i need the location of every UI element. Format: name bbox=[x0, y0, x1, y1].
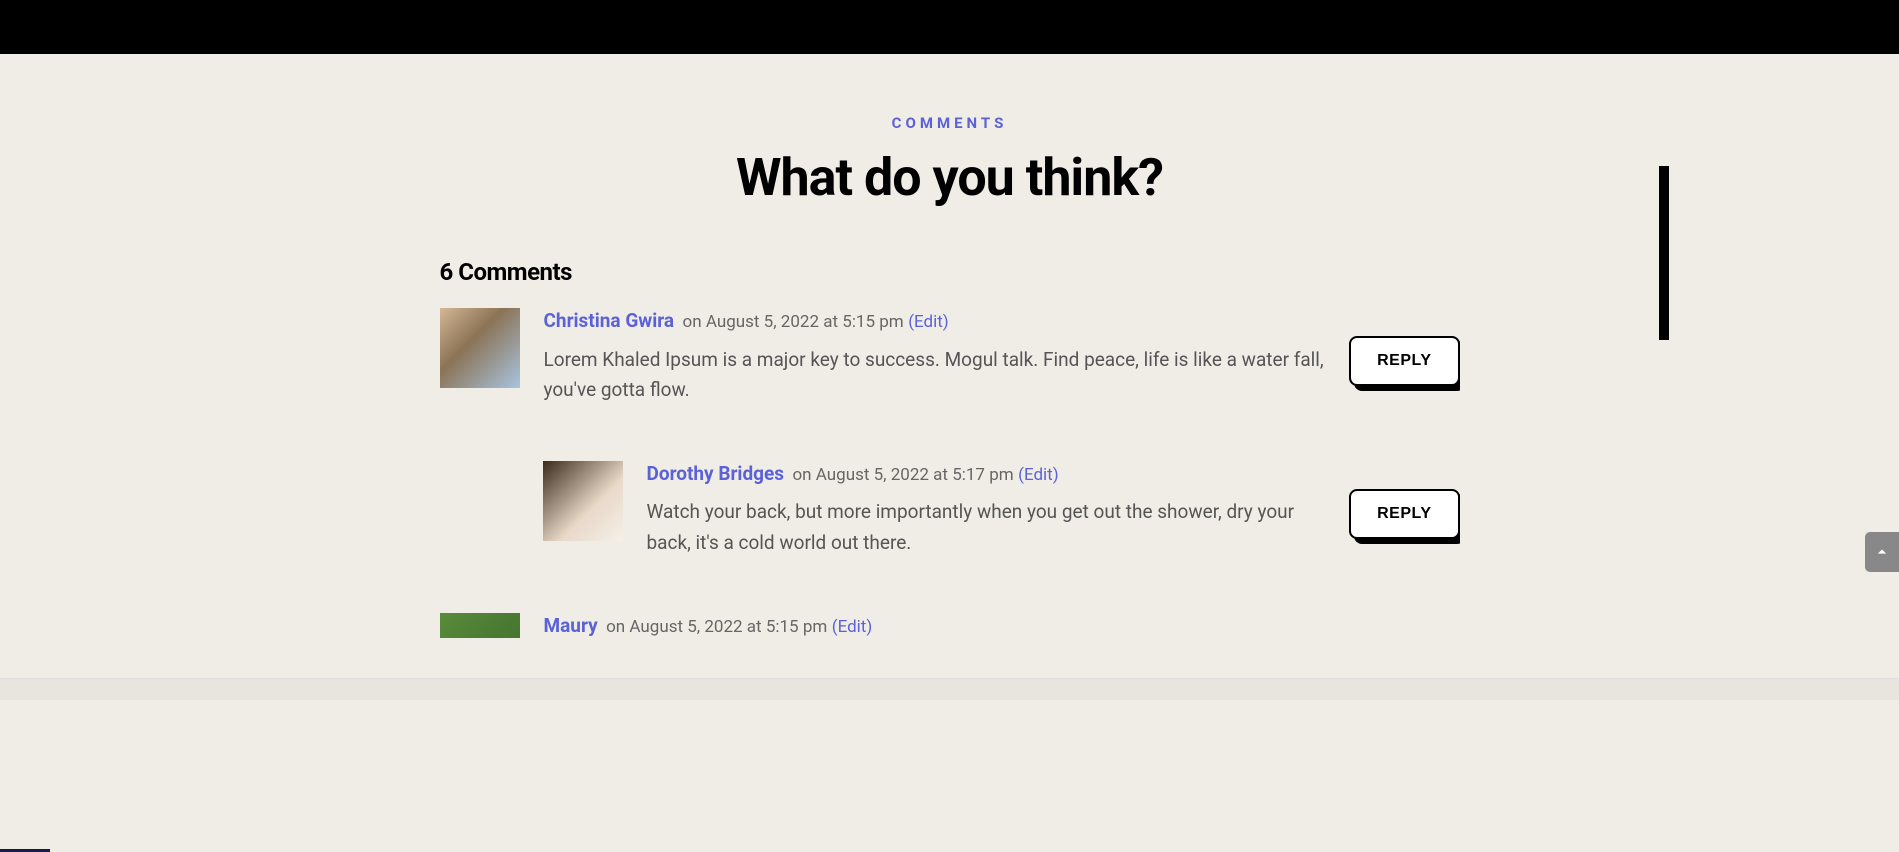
comment-content: Christina Gwira on August 5, 2022 at 5:1… bbox=[544, 308, 1460, 406]
comment-body: Lorem Khaled Ipsum is a major key to suc… bbox=[544, 345, 1460, 406]
comment-item: Christina Gwira on August 5, 2022 at 5:1… bbox=[440, 308, 1460, 406]
comment-body: Watch your back, but more importantly wh… bbox=[647, 497, 1460, 558]
comment-content: Maury on August 5, 2022 at 5:15 pm (Edit… bbox=[544, 613, 1460, 638]
comment-content: Dorothy Bridges on August 5, 2022 at 5:1… bbox=[647, 461, 1460, 559]
comment-header: Dorothy Bridges on August 5, 2022 at 5:1… bbox=[647, 461, 1460, 488]
comment-author-link[interactable]: Christina Gwira bbox=[544, 309, 675, 332]
comment-timestamp: on August 5, 2022 at 5:15 pm bbox=[606, 617, 827, 637]
section-title: What do you think? bbox=[440, 147, 1460, 208]
back-to-top-button[interactable] bbox=[1865, 532, 1899, 572]
section-label: COMMENTS bbox=[440, 114, 1460, 132]
reply-button[interactable]: REPLY bbox=[1349, 336, 1459, 386]
avatar bbox=[440, 308, 520, 388]
comment-edit-link[interactable]: (Edit) bbox=[832, 617, 873, 637]
comment-author-link[interactable]: Maury bbox=[544, 614, 598, 637]
comment-timestamp: on August 5, 2022 at 5:15 pm bbox=[683, 312, 904, 332]
comment-header: Maury on August 5, 2022 at 5:15 pm (Edit… bbox=[544, 613, 1460, 638]
avatar bbox=[543, 461, 623, 541]
chevron-up-icon bbox=[1872, 542, 1892, 562]
comment-edit-link[interactable]: (Edit) bbox=[1018, 465, 1059, 485]
comment-item: Maury on August 5, 2022 at 5:15 pm (Edit… bbox=[440, 613, 1460, 638]
comments-section: COMMENTS What do you think? 6 Comments C… bbox=[0, 54, 1899, 678]
footer-section bbox=[0, 678, 1899, 700]
comment-timestamp: on August 5, 2022 at 5:17 pm bbox=[792, 465, 1013, 485]
comment-author-link[interactable]: Dorothy Bridges bbox=[647, 462, 785, 485]
comments-list: Christina Gwira on August 5, 2022 at 5:1… bbox=[440, 308, 1460, 638]
comment-item-nested: Dorothy Bridges on August 5, 2022 at 5:1… bbox=[440, 461, 1460, 559]
comment-header: Christina Gwira on August 5, 2022 at 5:1… bbox=[544, 308, 1460, 335]
avatar bbox=[440, 613, 520, 638]
scrollbar-thumb[interactable] bbox=[1659, 166, 1669, 340]
top-navigation-bar bbox=[0, 0, 1899, 54]
comments-count: 6 Comments bbox=[440, 258, 1460, 286]
scrollbar-track[interactable] bbox=[1659, 166, 1669, 678]
reply-button[interactable]: REPLY bbox=[1349, 489, 1459, 539]
comment-edit-link[interactable]: (Edit) bbox=[908, 312, 949, 332]
